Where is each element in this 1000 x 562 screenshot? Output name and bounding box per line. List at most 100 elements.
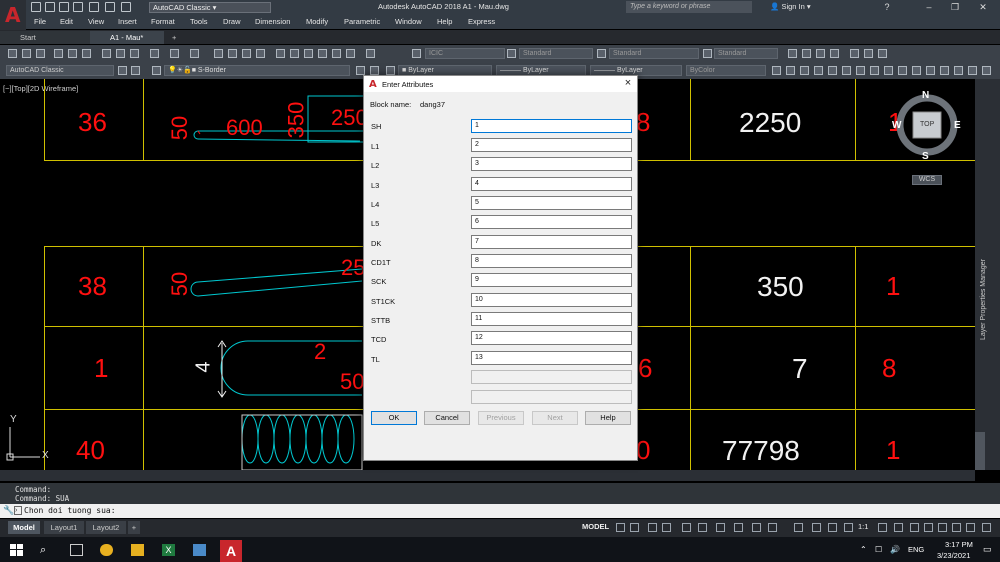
- camera-icon[interactable]: [772, 66, 781, 75]
- windows-start-icon[interactable]: [10, 544, 23, 556]
- layer-state-icon[interactable]: [370, 66, 379, 75]
- close-window-icon[interactable]: ✕: [972, 0, 994, 15]
- attr-input-l1[interactable]: 2: [471, 138, 632, 152]
- 3d-osnap-icon[interactable]: [794, 523, 803, 532]
- plot-icon[interactable]: [89, 2, 99, 12]
- layer-properties-icon[interactable]: [131, 66, 140, 75]
- language-indicator[interactable]: ENG: [908, 545, 924, 554]
- workspace-toolbar-dropdown[interactable]: AutoCAD Classic: [6, 65, 114, 76]
- polar-icon[interactable]: [662, 523, 671, 532]
- ucs-zaxis-icon[interactable]: [870, 66, 879, 75]
- attr-input-l2[interactable]: 3: [471, 157, 632, 171]
- menu-draw[interactable]: Draw: [223, 17, 241, 26]
- text-style-dropdown[interactable]: ICIC: [425, 48, 505, 59]
- ungroup-icon[interactable]: [802, 49, 811, 58]
- snap-icon[interactable]: [630, 523, 639, 532]
- view-manager-icon[interactable]: [786, 66, 795, 75]
- ucs-x-icon[interactable]: [898, 66, 907, 75]
- ucs-world-icon[interactable]: [842, 66, 851, 75]
- menu-window[interactable]: Window: [395, 17, 422, 26]
- attr-input-l4[interactable]: 5: [471, 196, 632, 210]
- sign-in-button[interactable]: 👤 Sign In ▾: [770, 2, 811, 11]
- paste-icon[interactable]: [130, 49, 139, 58]
- grid-icon[interactable]: [616, 523, 625, 532]
- save-icon[interactable]: [59, 2, 69, 12]
- wcs-menu-button[interactable]: WCS: [912, 175, 942, 185]
- horizontal-scrollbar[interactable]: [0, 470, 975, 481]
- make-current-layer-icon[interactable]: [356, 66, 365, 75]
- annotation-scale-dropdown[interactable]: 1:1: [858, 522, 868, 531]
- workspace-dropdown[interactable]: AutoCAD Classic ▾: [149, 2, 271, 13]
- search-input[interactable]: Type a keyword or phrase: [626, 1, 752, 13]
- help-icon[interactable]: ?: [876, 0, 898, 15]
- sheet-set-icon[interactable]: [318, 49, 327, 58]
- new-layout-icon[interactable]: +: [128, 521, 140, 534]
- menu-view[interactable]: View: [88, 17, 104, 26]
- viewcube-top-face[interactable]: TOP: [920, 121, 934, 128]
- compass-south[interactable]: S: [922, 152, 929, 162]
- parametric-icon[interactable]: [864, 49, 873, 58]
- menu-file[interactable]: File: [34, 17, 46, 26]
- quickcalc-icon[interactable]: [346, 49, 355, 58]
- compass-north[interactable]: N: [922, 91, 929, 101]
- cut-icon[interactable]: [102, 49, 111, 58]
- object-snap-icon[interactable]: [850, 49, 859, 58]
- tab-start[interactable]: Start: [0, 31, 90, 44]
- ucs-3point-icon[interactable]: [884, 66, 893, 75]
- compass-west[interactable]: W: [892, 121, 901, 131]
- menu-edit[interactable]: Edit: [60, 17, 73, 26]
- cancel-button[interactable]: Cancel: [424, 411, 470, 425]
- isodraft-icon[interactable]: [682, 523, 691, 532]
- menu-format[interactable]: Format: [151, 17, 175, 26]
- menu-help[interactable]: Help: [437, 17, 452, 26]
- file-explorer-icon[interactable]: [131, 544, 144, 556]
- excel-icon[interactable]: X: [162, 544, 175, 556]
- object-snap-tracking-icon[interactable]: [698, 523, 707, 532]
- menu-express[interactable]: Express: [468, 17, 495, 26]
- color-control-icon[interactable]: [386, 66, 395, 75]
- zoom-window-icon[interactable]: [242, 49, 251, 58]
- annotation-settings-icon[interactable]: [878, 523, 887, 532]
- group-select-icon[interactable]: [830, 49, 839, 58]
- viewport-icon[interactable]: [814, 66, 823, 75]
- clock-time[interactable]: 3:17 PM: [945, 540, 973, 549]
- new-tab-icon[interactable]: +: [168, 31, 176, 44]
- model-space-button[interactable]: MODEL: [582, 522, 612, 534]
- save-as-icon[interactable]: [73, 2, 83, 12]
- attr-input-tcd[interactable]: 12: [471, 331, 632, 345]
- vertical-scrollbar[interactable]: [975, 432, 985, 470]
- mleader-style-dropdown[interactable]: Standard: [714, 48, 778, 59]
- menu-parametric[interactable]: Parametric: [344, 17, 380, 26]
- annotation-visibility-icon[interactable]: [844, 523, 853, 532]
- isolate-objects-icon[interactable]: [952, 523, 961, 532]
- ucs-apply-icon[interactable]: [940, 66, 949, 75]
- save-file-icon[interactable]: [36, 49, 45, 58]
- autocad-taskbar-icon[interactable]: A: [220, 540, 242, 562]
- lineweight-icon[interactable]: [734, 523, 743, 532]
- attr-input-sh[interactable]: 1: [471, 119, 632, 133]
- ucs-icon[interactable]: [828, 66, 837, 75]
- open-file-icon[interactable]: [22, 49, 31, 58]
- annotation-monitor-icon[interactable]: [910, 523, 919, 532]
- ortho-icon[interactable]: [648, 523, 657, 532]
- ucs-previous-icon[interactable]: [968, 66, 977, 75]
- design-center-icon[interactable]: [290, 49, 299, 58]
- pan-icon[interactable]: [214, 49, 223, 58]
- tool-palettes-icon[interactable]: [304, 49, 313, 58]
- plot-style-dropdown[interactable]: ByColor: [686, 65, 766, 76]
- transparency-icon[interactable]: [752, 523, 761, 532]
- zoom-previous-icon[interactable]: [256, 49, 265, 58]
- ucs-view-icon[interactable]: [982, 66, 991, 75]
- selection-filter-icon[interactable]: [828, 523, 837, 532]
- search-icon[interactable]: ⌕: [40, 544, 53, 556]
- copy-icon[interactable]: [116, 49, 125, 58]
- undo-toolbar-icon[interactable]: [170, 49, 179, 58]
- application-menu-button[interactable]: A: [0, 0, 26, 30]
- attr-input-sck[interactable]: 9: [471, 273, 632, 287]
- new-icon[interactable]: [31, 2, 41, 12]
- qnew-icon[interactable]: [8, 49, 17, 58]
- customize-wrench-icon[interactable]: 🔧: [3, 506, 14, 515]
- network-icon[interactable]: ☐: [875, 545, 882, 554]
- volume-icon[interactable]: 🔊: [890, 545, 900, 554]
- units-icon[interactable]: [924, 523, 933, 532]
